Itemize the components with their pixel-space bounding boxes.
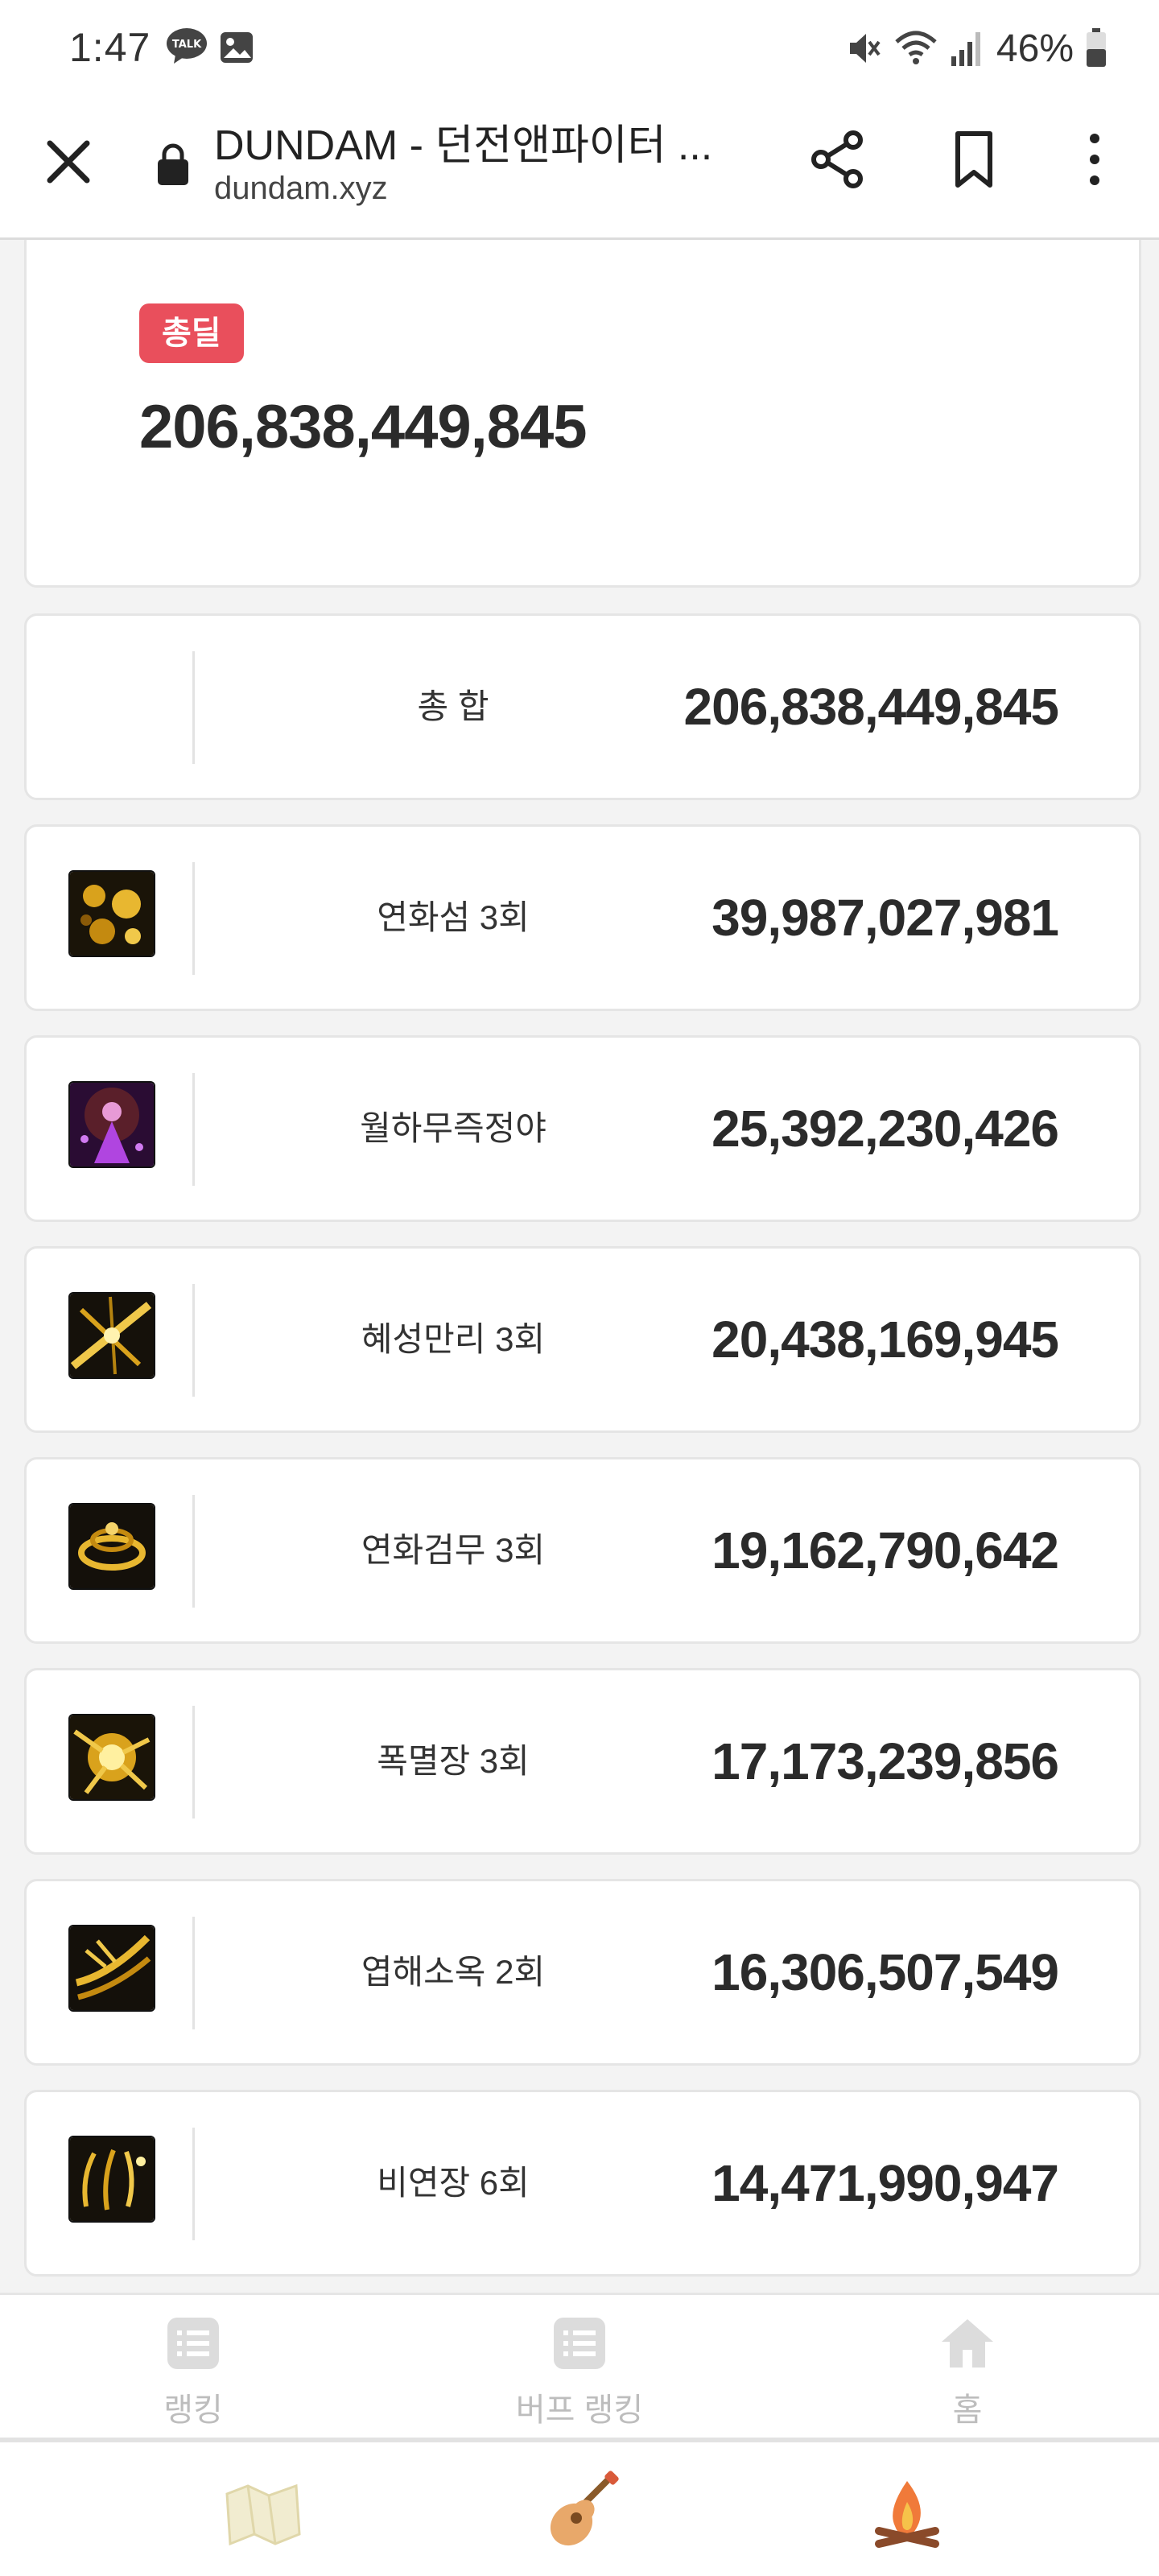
skill-name: 엽해소옥 2회 bbox=[361, 1953, 546, 1991]
total-badge: 총딜 bbox=[139, 303, 244, 363]
list-icon bbox=[167, 2318, 219, 2369]
skill-damage: 20,438,169,945 bbox=[711, 1311, 1059, 1368]
skill-row: 비연장 6회 14,471,990,947 bbox=[24, 2090, 1141, 2277]
row-divider bbox=[192, 1706, 195, 1818]
total-damage-value: 206,838,449,845 bbox=[139, 393, 588, 461]
list-icon bbox=[554, 2318, 605, 2369]
skill-row: 월하무즉정야 25,392,230,426 bbox=[24, 1035, 1141, 1222]
skill-row: 엽해소옥 2회 16,306,507,549 bbox=[24, 1879, 1141, 2066]
nav-buff-ranking[interactable]: 버프 랭킹 bbox=[459, 2314, 700, 2430]
lock-icon bbox=[158, 143, 188, 185]
close-icon[interactable] bbox=[40, 134, 97, 190]
content-area: 총딜 206,838,449,845 총 합 206,838,449,845 연… bbox=[0, 240, 1159, 2293]
summary-value: 206,838,449,845 bbox=[683, 678, 1059, 736]
skill-damage: 17,173,239,856 bbox=[711, 1732, 1059, 1790]
image-notification-icon bbox=[221, 32, 253, 63]
row-divider bbox=[192, 862, 195, 975]
skill-icon-gold-swirl bbox=[68, 1503, 155, 1590]
skill-damage: 19,162,790,642 bbox=[711, 1521, 1059, 1579]
skill-row: 연화검무 3회 19,162,790,642 bbox=[24, 1457, 1141, 1644]
skill-icon-gold-slash bbox=[68, 1292, 155, 1379]
guitar-icon[interactable] bbox=[536, 2470, 625, 2558]
skill-icon-purple-figure bbox=[68, 1081, 155, 1168]
skill-damage: 39,987,027,981 bbox=[711, 889, 1059, 947]
skill-name: 혜성만리 3회 bbox=[361, 1320, 546, 1358]
row-divider bbox=[192, 2128, 195, 2240]
skill-damage: 14,471,990,947 bbox=[711, 2154, 1059, 2212]
skill-name: 폭멸장 3회 bbox=[377, 1742, 530, 1780]
total-damage-card: 총딜 206,838,449,845 bbox=[24, 240, 1141, 588]
battery-icon bbox=[1087, 28, 1106, 67]
home-icon bbox=[942, 2319, 993, 2368]
nav-ranking-label: 랭킹 bbox=[163, 2392, 223, 2428]
signal-icon bbox=[951, 32, 980, 66]
skill-name: 연화검무 3회 bbox=[361, 1531, 546, 1569]
bottom-navigation: 랭킹 버프 랭킹 홈 bbox=[0, 2293, 1159, 2438]
row-divider bbox=[192, 1284, 195, 1397]
gesture-bar bbox=[0, 2438, 1159, 2576]
more-menu-icon[interactable] bbox=[1062, 127, 1127, 192]
skill-damage: 16,306,507,549 bbox=[711, 1943, 1059, 2001]
summary-label: 총 합 bbox=[417, 687, 489, 725]
status-time: 1:47 bbox=[69, 25, 151, 70]
status-bar: 1:47 TALK 46% bbox=[0, 0, 1159, 95]
map-icon[interactable] bbox=[219, 2470, 307, 2558]
summary-row: 총 합 206,838,449,845 bbox=[24, 613, 1141, 800]
skill-row: 폭멸장 3회 17,173,239,856 bbox=[24, 1668, 1141, 1855]
kakaotalk-icon: TALK bbox=[167, 28, 207, 64]
skill-name: 연화섬 3회 bbox=[377, 898, 530, 936]
row-divider bbox=[192, 651, 195, 764]
skill-icon-gold-burst bbox=[68, 870, 155, 957]
campfire-icon[interactable] bbox=[863, 2470, 951, 2558]
talk-badge-text: TALK bbox=[172, 39, 202, 51]
page-title[interactable]: DUNDAM - 던전앤파이터 ... bbox=[214, 111, 745, 171]
nav-ranking[interactable]: 랭킹 bbox=[72, 2314, 314, 2430]
skill-name: 비연장 6회 bbox=[377, 2164, 530, 2202]
nav-home[interactable]: 홈 bbox=[847, 2314, 1088, 2430]
skill-icon-gold-claw bbox=[68, 1925, 155, 2012]
bookmark-icon[interactable] bbox=[942, 127, 1006, 192]
wifi-icon bbox=[895, 31, 937, 64]
nav-buff-ranking-label: 버프 랭킹 bbox=[515, 2392, 644, 2428]
row-divider bbox=[192, 1917, 195, 2029]
skill-icon-gold-explosion bbox=[68, 1714, 155, 1801]
skill-damage: 25,392,230,426 bbox=[711, 1100, 1059, 1158]
battery-percent: 46% bbox=[996, 27, 1074, 70]
row-divider bbox=[192, 1495, 195, 1608]
skill-icon-gold-sparks bbox=[68, 2136, 155, 2223]
share-icon[interactable] bbox=[806, 127, 871, 192]
status-right-group: 46% bbox=[845, 24, 1107, 72]
nav-home-label: 홈 bbox=[952, 2392, 983, 2428]
row-divider bbox=[192, 1073, 195, 1186]
skill-name: 월하무즉정야 bbox=[360, 1109, 547, 1147]
skill-row: 연화섬 3회 39,987,027,981 bbox=[24, 824, 1141, 1011]
browser-toolbar: DUNDAM - 던전앤파이터 ... dundam.xyz bbox=[0, 95, 1159, 240]
mute-icon bbox=[849, 34, 881, 63]
page-url[interactable]: dundam.xyz bbox=[214, 171, 388, 207]
skill-row: 혜성만리 3회 20,438,169,945 bbox=[24, 1246, 1141, 1433]
